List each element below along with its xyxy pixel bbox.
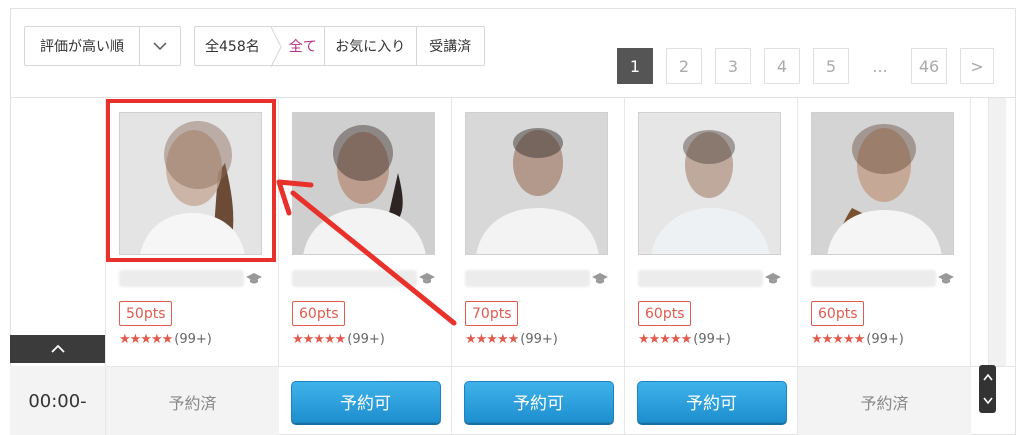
scrollbar-track[interactable]: [988, 98, 1006, 366]
filter-tabs: 全458名 全て お気に入り 受講済: [194, 26, 485, 67]
teacher-card[interactable]: 60pts ★★★★★ (99+): [797, 98, 970, 366]
rating-stars: ★★★★★ (99+): [811, 332, 904, 347]
graduation-cap-icon: [938, 273, 954, 284]
rating-stars: ★★★★★ (99+): [638, 332, 731, 347]
star-icons: ★★★★★: [638, 332, 692, 347]
tab-all[interactable]: 全て: [282, 27, 324, 65]
teacher-card[interactable]: 60pts ★★★★★ (99+): [624, 98, 797, 366]
chevron-down-icon[interactable]: [140, 27, 180, 65]
star-icons: ★★★★★: [119, 332, 173, 347]
graduation-cap-icon: [246, 273, 262, 284]
next-page-button[interactable]: >: [960, 48, 994, 84]
page-3[interactable]: 3: [715, 48, 751, 84]
book-button[interactable]: 予約可: [290, 380, 441, 423]
page-ellipsis: ...: [862, 48, 898, 84]
page-2[interactable]: 2: [666, 48, 702, 84]
star-icons: ★★★★★: [465, 332, 519, 347]
rating-stars: ★★★★★ (99+): [292, 332, 385, 347]
review-count: (99+): [174, 332, 212, 347]
page-1[interactable]: 1: [617, 48, 653, 84]
teacher-photo[interactable]: [638, 112, 781, 255]
teacher-name-redacted: [292, 270, 417, 287]
sort-dropdown[interactable]: 評価が高い順: [24, 26, 181, 66]
slot-booked: 予約済: [798, 367, 971, 435]
teacher-card[interactable]: 60pts ★★★★★ (99+): [278, 98, 451, 366]
teacher-name-redacted: [638, 270, 763, 287]
star-icons: ★★★★★: [292, 332, 346, 347]
graduation-cap-icon: [419, 273, 435, 284]
points-badge: 50pts: [119, 301, 173, 326]
rating-stars: ★★★★★ (99+): [465, 332, 558, 347]
page-4[interactable]: 4: [764, 48, 800, 84]
book-button[interactable]: 予約可: [463, 380, 614, 423]
collapse-button[interactable]: [10, 335, 105, 363]
pagination: 1 2 3 4 5 ... 46 >: [617, 48, 1007, 84]
slot-available: 予約可: [625, 367, 798, 435]
review-count: (99+): [693, 332, 731, 347]
book-button[interactable]: 予約可: [636, 380, 787, 423]
page-last[interactable]: 46: [911, 48, 947, 84]
page-5[interactable]: 5: [813, 48, 849, 84]
chevron-up-icon[interactable]: [982, 373, 993, 381]
teacher-card[interactable]: 70pts ★★★★★ (99+): [451, 98, 624, 366]
teacher-name-redacted: [119, 270, 244, 287]
points-badge: 70pts: [465, 301, 519, 326]
slot-available: 予約可: [279, 367, 452, 435]
total-count: 全458名: [205, 39, 260, 55]
teacher-name-redacted: [811, 270, 936, 287]
star-icons: ★★★★★: [811, 332, 865, 347]
sort-label: 評価が高い順: [25, 27, 140, 65]
teacher-photo[interactable]: [465, 112, 608, 255]
chevron-down-icon[interactable]: [982, 397, 993, 405]
teacher-photo[interactable]: [811, 112, 954, 255]
slot-available: 予約可: [452, 367, 625, 435]
teacher-name-redacted: [465, 270, 590, 287]
rating-stars: ★★★★★ (99+): [119, 332, 212, 347]
points-badge: 60pts: [638, 301, 692, 326]
time-slot-label: 00:00-: [10, 366, 105, 435]
breadcrumb-separator-icon: [270, 27, 282, 67]
review-count: (99+): [520, 332, 558, 347]
annotation-highlight-box: [106, 99, 276, 262]
graduation-cap-icon: [765, 273, 781, 284]
points-badge: 60pts: [811, 301, 865, 326]
points-badge: 60pts: [292, 301, 346, 326]
tab-favorites[interactable]: お気に入り: [323, 27, 416, 65]
tab-taken[interactable]: 受講済: [415, 27, 484, 65]
review-count: (99+): [866, 332, 904, 347]
teacher-photo[interactable]: [292, 112, 435, 255]
chevron-up-icon: [50, 344, 65, 353]
scrollbar-buttons[interactable]: [979, 365, 996, 413]
slot-booked: 予約済: [106, 367, 279, 435]
graduation-cap-icon: [592, 273, 608, 284]
review-count: (99+): [347, 332, 385, 347]
